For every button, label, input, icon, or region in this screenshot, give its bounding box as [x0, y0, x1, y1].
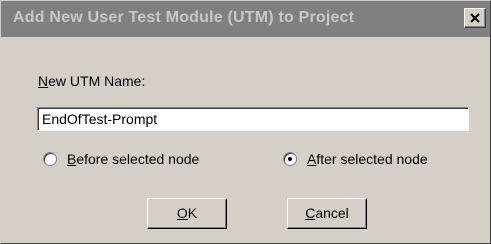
utm-name-field[interactable] — [37, 107, 469, 131]
ok-button[interactable]: OK — [147, 198, 227, 229]
cancel-button-accel: C — [305, 205, 316, 221]
utm-name-label-accel: N — [38, 73, 49, 89]
utm-name-label: New UTM Name: — [38, 73, 145, 89]
title-bar[interactable]: Add New User Test Module (UTM) to Projec… — [1, 1, 490, 37]
before-radio-label[interactable]: Before selected node — [67, 151, 199, 167]
cancel-button-rest: ancel — [315, 205, 349, 221]
before-radio-circle[interactable] — [43, 152, 57, 166]
utm-name-input[interactable] — [40, 109, 468, 129]
ok-button-accel: O — [176, 205, 188, 221]
before-radio-rest: efore selected node — [76, 151, 200, 167]
after-radio-label[interactable]: After selected node — [307, 151, 428, 167]
close-button[interactable] — [464, 8, 486, 28]
after-radio-accel: A — [307, 151, 317, 167]
after-radio-circle[interactable] — [283, 152, 297, 166]
ok-button-rest: K — [187, 205, 198, 221]
cancel-button[interactable]: Cancel — [287, 198, 367, 229]
before-radio-accel: B — [67, 151, 77, 167]
close-icon — [470, 13, 480, 23]
dialog-title: Add New User Test Module (UTM) to Projec… — [13, 9, 355, 26]
add-utm-dialog: Add New User Test Module (UTM) to Projec… — [0, 0, 491, 244]
after-radio-dot — [288, 157, 292, 161]
after-radio-rest: fter selected node — [316, 151, 428, 167]
utm-name-label-rest: ew UTM Name: — [48, 73, 146, 89]
